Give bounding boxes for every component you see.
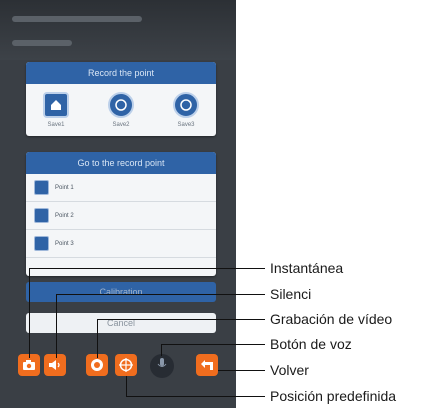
callout-line-mute — [56, 294, 57, 358]
mute-button[interactable] — [44, 354, 66, 376]
callout-label-mute: Silenci — [270, 286, 312, 302]
app-screenshot: Record the point Save1 Save2 Save3 Go to… — [0, 0, 236, 408]
callout-line-record-h — [97, 319, 265, 320]
goto-point-label: Point 3 — [55, 240, 74, 247]
app-header — [0, 0, 236, 60]
callout-line-back — [218, 370, 265, 371]
back-button[interactable] — [196, 354, 218, 376]
save-slot-2[interactable]: Save2 — [101, 92, 141, 128]
goto-point-label: Point 1 — [55, 184, 74, 191]
callout-label-voice: Botón de voz — [270, 336, 352, 352]
callout-line-preset-h — [126, 396, 265, 397]
callout-line-voice-h — [161, 344, 265, 345]
calibration-button[interactable]: Calibration — [26, 282, 216, 302]
callout-label-back: Volver — [270, 362, 309, 378]
save-slot-3[interactable]: Save3 — [166, 92, 206, 128]
callout-line-snapshot-h — [29, 268, 265, 269]
callout-line-snapshot — [29, 268, 30, 358]
callout-line-voice — [161, 344, 162, 356]
camera-icon — [22, 358, 36, 372]
callout-label-snapshot: Instantánea — [270, 260, 344, 276]
callout-line-mute-h — [56, 294, 265, 295]
goto-point-title: Go to the record point — [26, 152, 216, 174]
crosshair-icon — [119, 358, 133, 372]
voice-button[interactable] — [150, 354, 174, 378]
speaker-icon — [48, 358, 62, 372]
slot-2-icon — [108, 92, 134, 118]
goto-point-label: Point 2 — [55, 212, 74, 219]
slot-3-icon — [173, 92, 199, 118]
record-point-title: Record the point — [26, 62, 216, 84]
callout-label-preset: Posición predefinida — [270, 388, 397, 404]
cancel-button[interactable]: Cancel — [26, 313, 216, 333]
preset-position-button[interactable] — [115, 354, 137, 376]
header-subtext-blur — [12, 40, 72, 46]
goto-point-item[interactable]: Point 2 — [26, 202, 216, 230]
point-icon — [34, 180, 49, 195]
save-slot-label: Save3 — [177, 122, 195, 128]
callout-line-preset — [126, 376, 127, 396]
point-icon — [34, 236, 49, 251]
goto-point-item[interactable]: Point 3 — [26, 230, 216, 258]
save-slot-label: Save2 — [112, 122, 130, 128]
save-slot-label: Save1 — [47, 122, 65, 128]
callout-label-record: Grabación de vídeo — [270, 311, 393, 327]
record-point-panel: Record the point Save1 Save2 Save3 — [26, 62, 216, 136]
microphone-icon — [157, 357, 167, 376]
callout-line-record — [97, 319, 98, 358]
home-icon — [43, 92, 69, 118]
goto-point-panel: Go to the record point Point 1 Point 2 P… — [26, 152, 216, 276]
goto-point-item[interactable]: Point 1 — [26, 174, 216, 202]
point-icon — [34, 208, 49, 223]
header-text-blur — [12, 16, 142, 22]
save-slot-1[interactable]: Save1 — [36, 92, 76, 128]
record-icon — [90, 358, 104, 372]
back-arrow-icon — [200, 358, 214, 372]
